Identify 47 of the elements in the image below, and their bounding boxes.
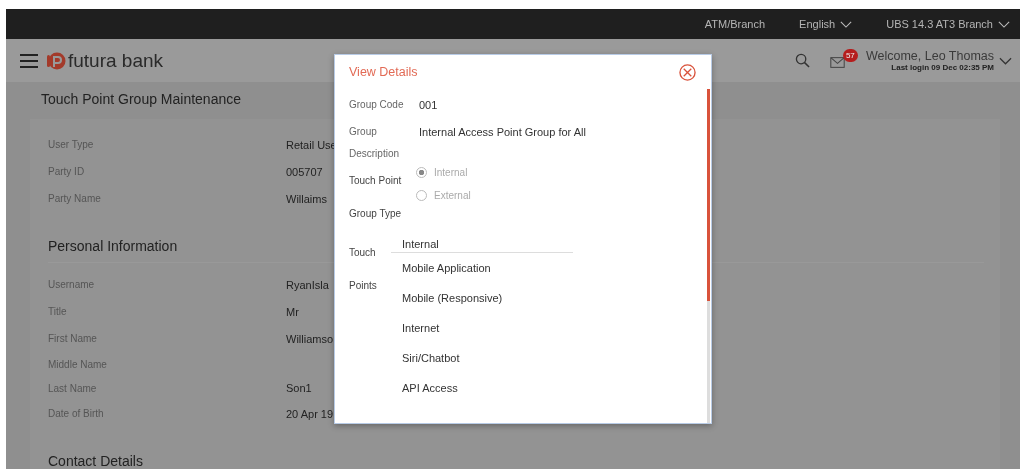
page-title: Touch Point Group Maintenance [41, 91, 241, 107]
welcome-text: Welcome, Leo Thomas [865, 49, 994, 63]
touch-point-item: Internet [401, 321, 441, 336]
field-label: Last Name [48, 382, 98, 394]
touch-point-item: Internal [391, 236, 573, 253]
field-value: Willaims [286, 192, 327, 205]
radio-label: Internal [434, 167, 468, 178]
search-icon[interactable] [794, 53, 810, 68]
logo-icon [46, 50, 66, 71]
top-dropdown[interactable]: English [799, 18, 853, 30]
field-label: Party Name [48, 193, 102, 204]
radio-label: External [434, 190, 471, 201]
field-label: Party ID [48, 166, 86, 177]
field-label: First Name [48, 333, 98, 344]
mail-icon[interactable] [829, 56, 845, 68]
section-title: Contact Details [48, 427, 984, 469]
field-value: Williamso [286, 332, 334, 345]
field-value: RyanIsla [286, 278, 329, 291]
field-value: Mr [286, 305, 299, 318]
field-value: 005707 [286, 165, 323, 178]
menu-icon[interactable] [20, 53, 38, 68]
field-value: Internal Access Point Group for All [419, 125, 586, 140]
chevron-down-icon [998, 20, 1010, 28]
field-label: Group Code [349, 98, 405, 112]
touch-point-item: Siri/Chatbot [401, 351, 461, 366]
brand-name: futura bank [68, 49, 164, 72]
field-label: Title [48, 306, 68, 317]
chevron-down-icon[interactable] [999, 56, 1012, 65]
chevron-down-icon [840, 20, 853, 28]
field-label: User Type [48, 139, 95, 150]
close-icon[interactable] [679, 63, 696, 81]
field-value: Son1 [286, 382, 312, 394]
scrollbar-thumb[interactable] [707, 89, 710, 301]
last-login-text: Last login 09 Dec 02:35 PM [891, 63, 994, 72]
dialog-title: View Details [349, 65, 418, 79]
touch-point-item: Mobile (Responsive) [401, 291, 504, 306]
field-value: 20 Apr 19 [286, 407, 334, 420]
field-label: Username [48, 279, 96, 290]
top-dropdown[interactable]: UBS 14.3 AT3 Branch [886, 18, 1010, 30]
field-label: Middle Name [48, 358, 108, 370]
notification-badge: 57 [842, 48, 858, 62]
top-link[interactable]: ATM/Branch [704, 18, 766, 30]
field-label: Group Description [349, 125, 401, 161]
field-value: 001 [419, 98, 438, 113]
touch-point-item: Mobile Application [401, 261, 492, 276]
field-label: Date of Birth [48, 408, 105, 419]
touch-point-item: API Access [401, 381, 459, 396]
